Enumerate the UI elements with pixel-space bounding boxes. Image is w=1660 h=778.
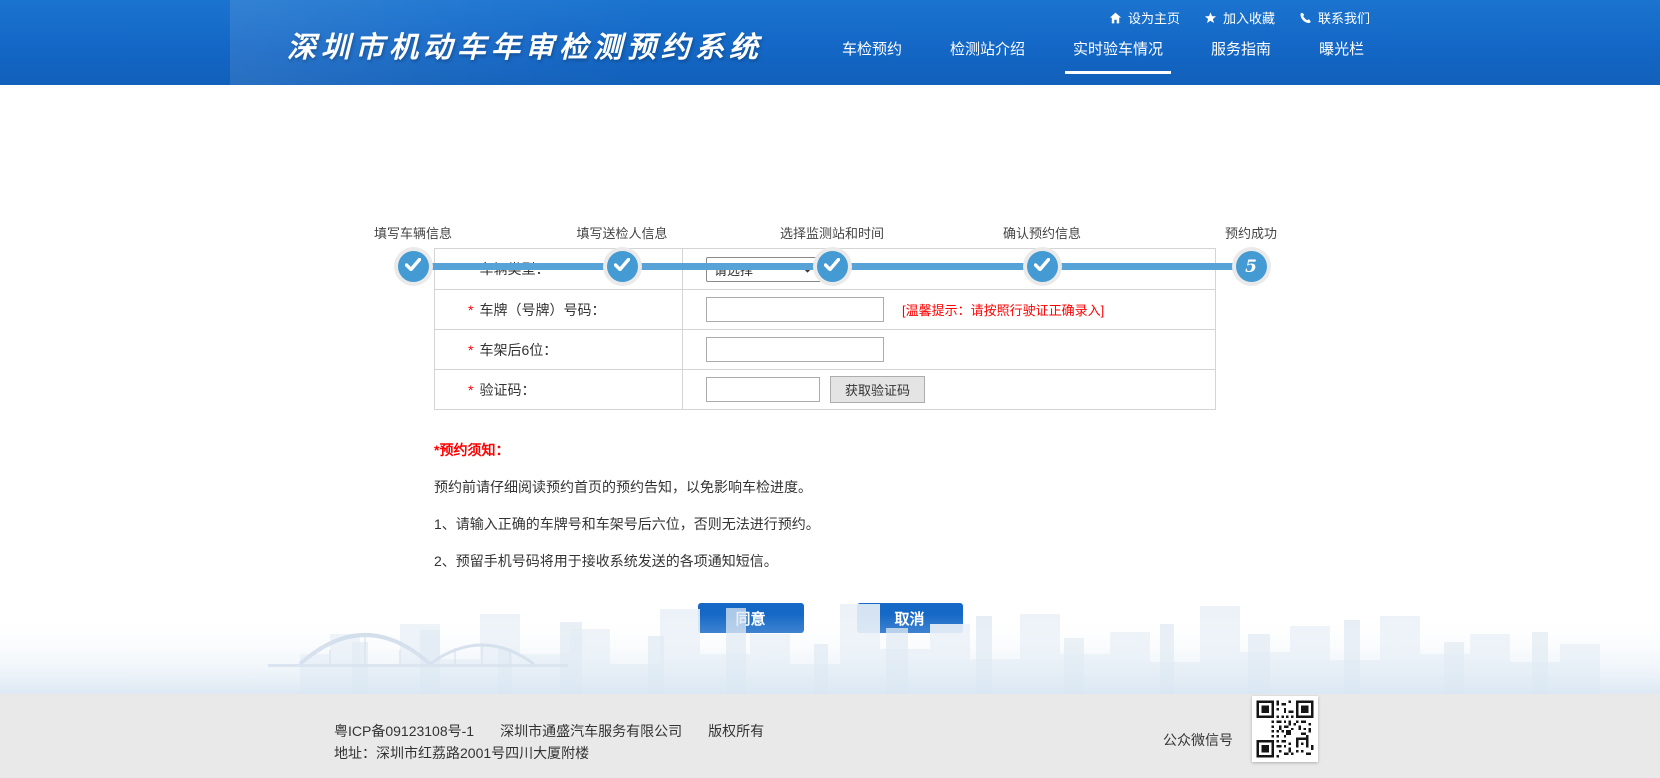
site-header: 设为主页 加入收藏 联系我们 深圳市机动车年审检测预约系统 车检预约 检测站介绍…: [0, 0, 1660, 85]
footer-address: 地址：深圳市红荔路2001号四川大厦附楼: [334, 742, 764, 764]
step-circle-done: [607, 251, 638, 282]
nav-item-realtime-inspection[interactable]: 实时验车情况: [1065, 38, 1171, 74]
notice-title: *预约须知：: [434, 440, 1194, 460]
required-asterisk: *: [468, 342, 473, 358]
site-title: 深圳市机动车年审检测预约系统: [287, 24, 747, 66]
contact-us-link[interactable]: 联系我们: [1299, 8, 1370, 27]
company-name: 深圳市通盛汽车服务有限公司: [500, 723, 682, 739]
utility-links: 设为主页 加入收藏 联系我们: [1109, 8, 1370, 27]
page: 设为主页 加入收藏 联系我们 深圳市机动车年审检测预约系统 车检预约 检测站介绍…: [0, 0, 1660, 778]
step-circle-done: [1027, 251, 1058, 282]
step-number: 5: [1245, 257, 1257, 277]
progress-stepper: 填写车辆信息 填写送检人信息 选择监测站和时间 确认预约信息 预约成功: [0, 85, 1660, 225]
step-vehicle-info: 填写车辆信息: [323, 223, 503, 282]
nav-item-station-intro[interactable]: 检测站介绍: [942, 38, 1033, 74]
step-confirm-info: 确认预约信息: [952, 223, 1132, 282]
add-favorite-link[interactable]: 加入收藏: [1204, 8, 1275, 27]
step-label: 确认预约信息: [952, 223, 1132, 240]
cancel-button[interactable]: 取消: [857, 603, 963, 633]
plate-hint-text: [温馨提示：请按照行驶证正确录入]: [902, 300, 1104, 319]
form-row-plate-number: * 车牌（号牌）号码： [温馨提示：请按照行驶证正确录入]: [435, 289, 1215, 329]
main-nav: 车检预约 检测站介绍 实时验车情况 服务指南 曝光栏: [834, 38, 1372, 74]
nav-item-exposure-board[interactable]: 曝光栏: [1311, 38, 1372, 74]
form-row-captcha: * 验证码： 获取验证码: [435, 369, 1215, 409]
agree-button[interactable]: 同意: [698, 603, 804, 633]
field-label: * 车架后6位：: [435, 330, 683, 369]
home-icon: [1109, 12, 1122, 24]
vin-last6-input[interactable]: [706, 337, 884, 362]
captcha-input[interactable]: [706, 377, 820, 402]
step-inspector-info: 填写送检人信息: [532, 223, 712, 282]
qr-code-image: [1254, 698, 1316, 760]
notice-item: 2、预留手机号码将用于接收系统发送的各项通知短信。: [434, 551, 1194, 571]
set-homepage-link[interactable]: 设为主页: [1109, 8, 1180, 27]
required-asterisk: *: [468, 302, 473, 318]
check-icon: [824, 258, 840, 276]
check-icon: [1034, 258, 1050, 276]
step-label: 选择监测站和时间: [742, 223, 922, 240]
nav-item-vehicle-booking[interactable]: 车检预约: [834, 38, 910, 74]
icp-number: 粤ICP备09123108号-1: [334, 723, 474, 739]
footer-copyright-line: 粤ICP备09123108号-1 深圳市通盛汽车服务有限公司 版权所有: [334, 720, 764, 742]
check-icon: [405, 258, 421, 276]
notice-item: 1、请输入正确的车牌号和车架号后六位，否则无法进行预约。: [434, 514, 1194, 534]
step-circle-done: [817, 251, 848, 282]
page-footer: 粤ICP备09123108号-1 深圳市通盛汽车服务有限公司 版权所有 地址：深圳市…: [0, 694, 1660, 778]
step-label: 填写车辆信息: [323, 223, 503, 240]
notice-intro: 预约前请仔细阅读预约首页的预约告知，以免影响车检进度。: [434, 477, 1194, 497]
get-captcha-button[interactable]: 获取验证码: [830, 376, 925, 403]
nav-item-service-guide[interactable]: 服务指南: [1203, 38, 1279, 74]
copyright-label: 版权所有: [708, 723, 764, 739]
required-asterisk: *: [468, 382, 473, 398]
field-label: * 车牌（号牌）号码：: [435, 290, 683, 329]
step-label: 填写送检人信息: [532, 223, 712, 240]
step-success: 预约成功 5: [1161, 223, 1341, 282]
booking-notice: *预约须知： 预约前请仔细阅读预约首页的预约告知，以免影响车检进度。 1、请输入…: [434, 440, 1194, 588]
form-row-vin-last6: * 车架后6位：: [435, 329, 1215, 369]
utility-label: 加入收藏: [1223, 8, 1275, 27]
wechat-qr-code: [1252, 696, 1318, 762]
bridge-silhouette: [268, 634, 568, 667]
plate-number-input[interactable]: [706, 297, 884, 322]
star-icon: [1204, 12, 1217, 24]
phone-icon: [1299, 12, 1312, 24]
utility-label: 联系我们: [1318, 8, 1370, 27]
check-icon: [614, 258, 630, 276]
field-label: * 验证码：: [435, 370, 683, 409]
utility-label: 设为主页: [1128, 8, 1180, 27]
step-label: 预约成功: [1161, 223, 1341, 240]
step-circle-current: 5: [1236, 251, 1267, 282]
footer-text: 粤ICP备09123108号-1 深圳市通盛汽车服务有限公司 版权所有 地址：深圳市…: [334, 720, 764, 764]
wechat-label: 公众微信号: [1163, 730, 1233, 750]
step-station-time: 选择监测站和时间: [742, 223, 922, 282]
form-actions: 同意 取消: [0, 603, 1660, 633]
step-circle-done: [398, 251, 429, 282]
